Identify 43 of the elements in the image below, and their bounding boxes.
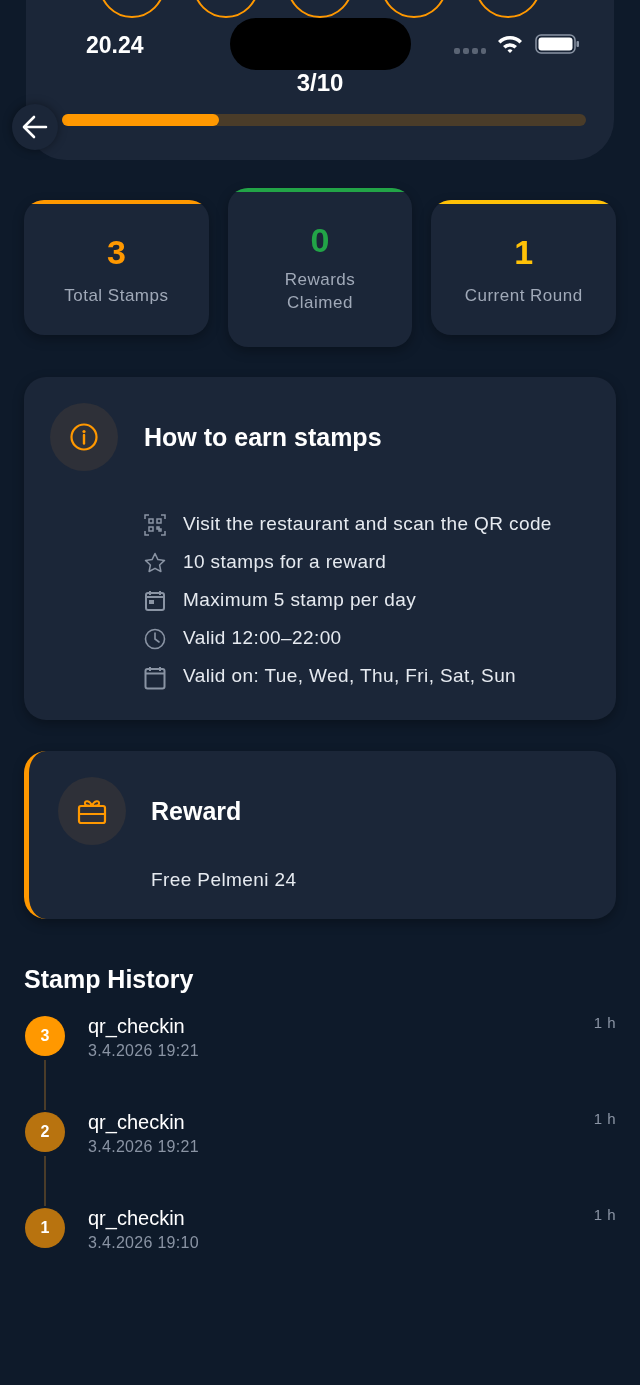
status-time: 20.24: [86, 32, 144, 58]
battery-icon: [535, 34, 581, 54]
card-title: How to earn stamps: [144, 422, 382, 452]
history-time-ago: 1 h: [593, 1014, 616, 1033]
wifi-icon: [497, 34, 523, 54]
history-title: qr_checkin: [88, 1014, 186, 1038]
rule-text: Maximum 5 stamp per day: [183, 588, 417, 612]
calendar-icon: [144, 666, 166, 690]
history-date: 3.4.2026 19:10: [88, 1234, 200, 1252]
reward-title: Reward: [151, 796, 242, 826]
stamp-progress-text: 3/10: [296, 70, 344, 96]
history-time-ago: 1 h: [593, 1110, 616, 1129]
star-icon: [144, 552, 166, 574]
qr-code-icon: [144, 514, 166, 536]
history-date: 3.4.2026 19:21: [88, 1138, 200, 1156]
rule-text: Visit the restaurant and scan the QR code: [183, 512, 552, 536]
signal-icon: [454, 48, 486, 54]
stat-value: 3: [106, 232, 126, 272]
stamp-number-badge: 1: [25, 1208, 65, 1248]
back-arrow-icon: [22, 115, 48, 139]
section-title: Stamp History: [24, 965, 195, 994]
gift-icon: [77, 797, 107, 825]
history-title: qr_checkin: [88, 1110, 186, 1134]
stat-value: 1: [514, 232, 534, 272]
history-time-ago: 1 h: [593, 1206, 616, 1225]
reward-description: Free Pelmeni 24: [151, 869, 298, 891]
stat-label: Total Stamps: [64, 285, 169, 307]
rule-text: Valid 12:00–22:00: [183, 626, 342, 650]
rule-text: Valid on: Tue, Wed, Thu, Fri, Sat, Sun: [183, 664, 517, 688]
stat-value: 0: [310, 220, 330, 260]
timeline-line: [44, 1060, 46, 1110]
rule-text: 10 stamps for a reward: [183, 550, 387, 574]
history-title: qr_checkin: [88, 1206, 186, 1230]
stamp-number-badge: 2: [25, 1112, 65, 1152]
info-icon: [69, 422, 99, 452]
calendar-icon: [144, 590, 166, 612]
stamp-number-badge: 3: [25, 1016, 65, 1056]
stat-label: Rewards Claimed: [283, 269, 357, 314]
stat-label: Current Round: [464, 285, 583, 307]
clock-icon: [144, 628, 166, 650]
back-button[interactable]: [12, 104, 58, 150]
history-date: 3.4.2026 19:21: [88, 1042, 200, 1060]
timeline-line: [44, 1156, 46, 1206]
